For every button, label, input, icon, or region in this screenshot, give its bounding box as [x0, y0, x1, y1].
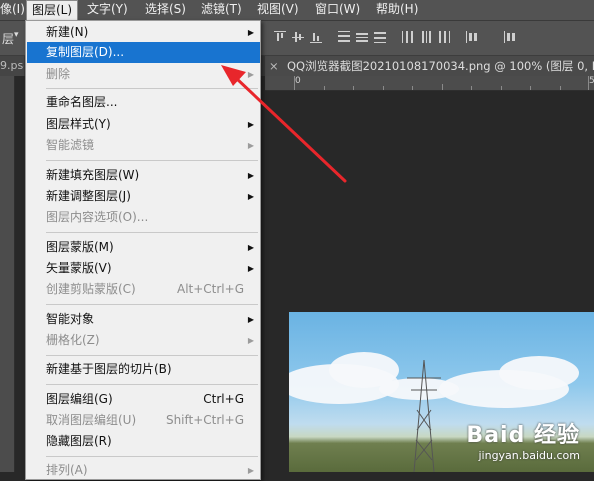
menu-item-layer-content-options[interactable]: 图层内容选项(O)... [27, 207, 260, 228]
power-tower-icon [407, 360, 441, 472]
menu-item-smart-filter[interactable]: 智能滤镜 ▶ [27, 135, 260, 156]
distribute-left-icon[interactable] [402, 31, 414, 43]
menu-window[interactable]: 窗口(W) [315, 0, 360, 20]
submenu-arrow-icon: ▶ [247, 192, 254, 201]
submenu-arrow-icon: ▶ [247, 28, 254, 37]
distribute-top-icon[interactable] [338, 31, 350, 43]
menu-layer[interactable]: 图层(L) [26, 0, 78, 20]
ruler-label-0: 0 [295, 76, 301, 86]
horizontal-ruler: 0 50 [265, 76, 594, 91]
align-top-icon[interactable] [274, 31, 286, 43]
menu-item-delete[interactable]: 删除 ▶ [27, 64, 260, 85]
menu-select[interactable]: 选择(S) [145, 0, 186, 20]
shortcut-label: Shift+Ctrl+G [165, 413, 244, 427]
submenu-arrow-icon: ▶ [247, 315, 254, 324]
menu-item-new[interactable]: 新建(N) ▶ [27, 22, 260, 43]
watermark-logo: Baid 经验 [466, 423, 580, 448]
distribute-vcenter-icon[interactable] [356, 31, 368, 43]
auto-align-icon[interactable] [466, 31, 478, 43]
menu-help[interactable]: 帮助(H) [376, 0, 418, 20]
layer-menu-dropdown: 新建(N) ▶ 复制图层(D)... 删除 ▶ 重命名图层... 图层样式(Y) ▶ … [25, 20, 261, 480]
menu-view[interactable]: 视图(V) [257, 0, 299, 20]
shortcut-label: Ctrl+G [203, 392, 244, 406]
align-right-icon[interactable] [504, 31, 516, 43]
distribute-right-icon[interactable] [438, 31, 450, 43]
align-bottom-icon[interactable] [310, 31, 322, 43]
submenu-arrow-icon: ▶ [247, 336, 254, 345]
menu-item-smart-object[interactable]: 智能对象 ▶ [27, 309, 260, 330]
ruler-label-50: 50 [589, 76, 594, 86]
submenu-arrow-icon: ▶ [247, 171, 254, 180]
submenu-arrow-icon: ▶ [247, 120, 254, 129]
menu-item-create-clipping-mask[interactable]: 创建剪贴蒙版(C) Alt+Ctrl+G [27, 279, 260, 300]
menu-item-hide-layers[interactable]: 隐藏图层(R) [27, 431, 260, 452]
menu-type[interactable]: 文字(Y) [87, 0, 128, 20]
canvas-image[interactable]: Baid 经验 jingyan.baidu.com [289, 312, 594, 472]
menu-item-layer-mask[interactable]: 图层蒙版(M) ▶ [27, 237, 260, 258]
watermark: Baid 经验 jingyan.baidu.com [466, 417, 580, 462]
menu-item-group-layers[interactable]: 图层编组(G) Ctrl+G [27, 389, 260, 410]
document-tab-active[interactable]: × QQ浏览器截图20210108170034.png @ 100% (图层 0… [265, 56, 594, 76]
menu-item-vector-mask[interactable]: 矢量蒙版(V) ▶ [27, 258, 260, 279]
submenu-arrow-icon: ▶ [247, 141, 254, 150]
distribute-bottom-icon[interactable] [374, 31, 386, 43]
dropdown-arrow-icon[interactable]: ▾ [14, 30, 19, 40]
watermark-url: jingyan.baidu.com [478, 449, 580, 462]
menu-image[interactable]: 像(I) [0, 0, 25, 20]
document-tab-title: QQ浏览器截图20210108170034.png @ 100% (图层 0, … [287, 59, 594, 73]
menu-item-ungroup-layers[interactable]: 取消图层编组(U) Shift+Ctrl+G [27, 410, 260, 431]
menu-item-new-adjustment-layer[interactable]: 新建调整图层(J) ▶ [27, 186, 260, 207]
menu-item-rasterize[interactable]: 栅格化(Z) ▶ [27, 330, 260, 351]
menu-filter[interactable]: 滤镜(T) [201, 0, 242, 20]
submenu-arrow-icon: ▶ [247, 466, 254, 475]
close-icon[interactable]: × [269, 56, 279, 76]
submenu-arrow-icon: ▶ [247, 243, 254, 252]
menu-item-new-layer-based-slice[interactable]: 新建基于图层的切片(B) [27, 359, 260, 380]
submenu-arrow-icon: ▶ [247, 264, 254, 273]
options-label: 层 [2, 32, 15, 46]
menu-item-layer-style[interactable]: 图层样式(Y) ▶ [27, 114, 260, 135]
menu-item-duplicate-layer[interactable]: 复制图层(D)... [27, 42, 260, 63]
menu-item-rename-layer[interactable]: 重命名图层... [27, 92, 260, 113]
menu-bar: 像(I) 图层(L) 文字(Y) 选择(S) 滤镜(T) 视图(V) 窗口(W)… [0, 0, 594, 21]
submenu-arrow-icon: ▶ [247, 70, 254, 79]
menu-item-arrange[interactable]: 排列(A) ▶ [27, 460, 260, 481]
shortcut-label: Alt+Ctrl+G [176, 282, 244, 296]
menu-item-new-fill-layer[interactable]: 新建填充图层(W) ▶ [27, 165, 260, 186]
document-tab-psd[interactable]: 9.psd [0, 56, 24, 76]
align-vcenter-icon[interactable] [292, 31, 304, 43]
vertical-ruler [0, 76, 15, 472]
distribute-hcenter-icon[interactable] [420, 31, 432, 43]
